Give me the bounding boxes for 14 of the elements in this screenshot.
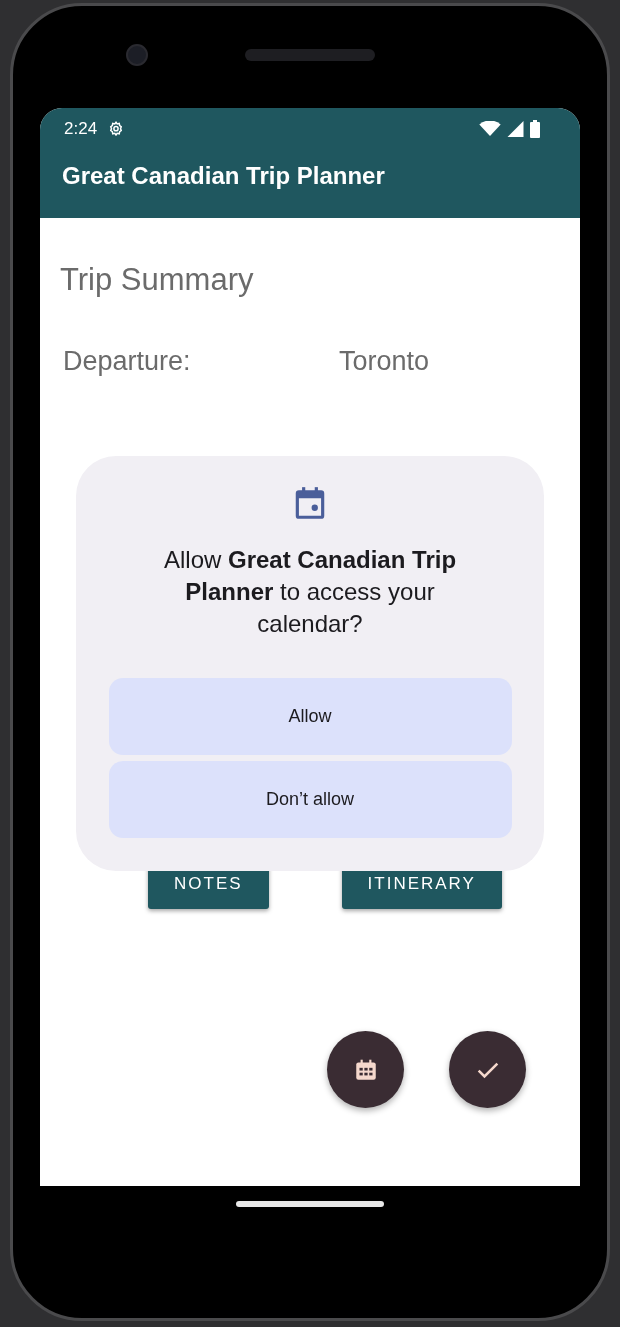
status-time: 2:24: [64, 119, 98, 139]
field-value: Toronto: [339, 346, 430, 377]
section-heading: Trip Summary: [59, 261, 255, 298]
dialog-button[interactable]: Don’t allow: [108, 761, 512, 838]
dialog-button[interactable]: Allow: [108, 678, 512, 755]
check-fab-button[interactable]: [449, 1031, 526, 1108]
dialog-message: Allow Great Canadian Trip Planner to access your calendar?: [162, 545, 458, 639]
signal-icon: [507, 121, 524, 137]
field-label: Departure:: [63, 346, 192, 377]
calendar-fab-button[interactable]: [327, 1031, 404, 1108]
battery-icon: [530, 120, 540, 138]
camera-lens: [126, 44, 148, 66]
app-title: Great Canadian Trip Planner: [61, 161, 386, 190]
wifi-icon: [479, 121, 501, 137]
